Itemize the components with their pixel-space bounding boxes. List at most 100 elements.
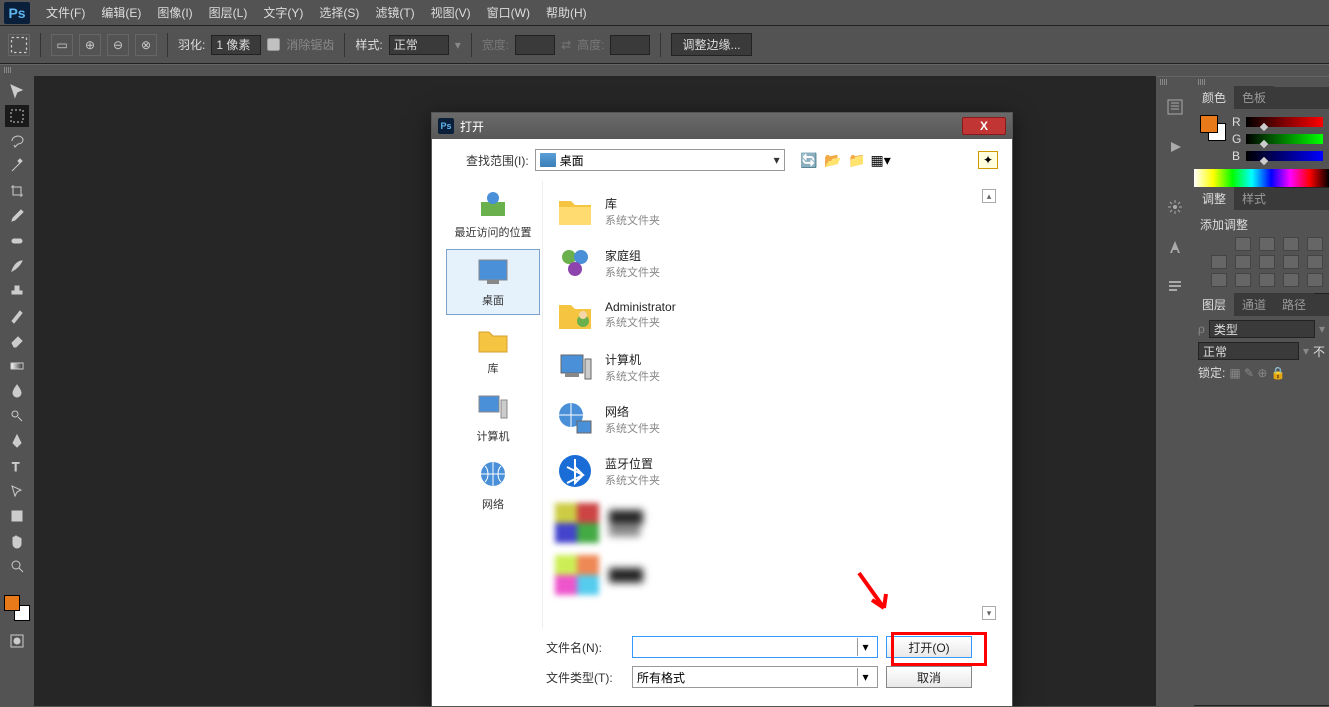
chevron-down-icon[interactable]: ▾ xyxy=(857,668,873,686)
open-button[interactable]: 打开(O) xyxy=(886,636,972,658)
tab-styles[interactable]: 样式 xyxy=(1234,187,1274,210)
actions-panel-icon[interactable] xyxy=(1161,133,1189,161)
file-item-administrator[interactable]: Administrator系统文件夹 xyxy=(551,289,990,341)
panel-handle[interactable] xyxy=(1156,76,1194,87)
adjust-levels-icon[interactable] xyxy=(1259,237,1275,251)
close-button[interactable]: X xyxy=(962,117,1006,135)
newfolder-icon[interactable]: 📁 xyxy=(847,150,867,170)
eyedropper-tool[interactable] xyxy=(5,205,29,227)
new-selection-icon[interactable]: ▭ xyxy=(51,34,73,56)
lookin-combo[interactable]: 桌面 ▾ xyxy=(535,149,785,171)
gradient-tool[interactable] xyxy=(5,355,29,377)
place-recent[interactable]: 最近访问的位置 xyxy=(446,181,540,247)
menu-edit[interactable]: 编辑(E) xyxy=(93,0,149,25)
style-select[interactable]: 正常 xyxy=(389,35,449,55)
add-selection-icon[interactable]: ⊕ xyxy=(79,34,101,56)
scroll-up-icon[interactable]: ▴ xyxy=(982,189,996,203)
path-select-tool[interactable] xyxy=(5,480,29,502)
place-network[interactable]: 网络 xyxy=(446,453,540,519)
place-desktop[interactable]: 桌面 xyxy=(446,249,540,315)
adjust-vibrance-icon[interactable] xyxy=(1211,255,1227,269)
view-menu-icon[interactable]: ▦▾ xyxy=(871,150,891,170)
move-tool[interactable] xyxy=(5,80,29,102)
adjust-poster-icon[interactable] xyxy=(1235,273,1251,287)
menu-view[interactable]: 视图(V) xyxy=(423,0,479,25)
healing-tool[interactable] xyxy=(5,230,29,252)
magic-wand-tool[interactable] xyxy=(5,155,29,177)
shape-tool[interactable] xyxy=(5,505,29,527)
g-slider[interactable] xyxy=(1246,134,1323,144)
dodge-tool[interactable] xyxy=(5,405,29,427)
brush-panel-icon[interactable] xyxy=(1161,193,1189,221)
menu-filter[interactable]: 滤镜(T) xyxy=(367,0,422,25)
menu-type[interactable]: 文字(Y) xyxy=(255,0,311,25)
pen-tool[interactable] xyxy=(5,430,29,452)
tab-adjustments[interactable]: 调整 xyxy=(1194,187,1234,210)
menu-file[interactable]: 文件(F) xyxy=(38,0,93,25)
eraser-tool[interactable] xyxy=(5,330,29,352)
menu-help[interactable]: 帮助(H) xyxy=(538,0,595,25)
adjust-invert-icon[interactable] xyxy=(1211,273,1227,287)
panel-handle[interactable] xyxy=(0,64,1329,75)
history-brush-tool[interactable] xyxy=(5,305,29,327)
adjust-brightness-icon[interactable] xyxy=(1235,237,1251,251)
type-tool[interactable]: T xyxy=(5,455,29,477)
file-item-libraries[interactable]: 库系统文件夹 xyxy=(551,185,990,237)
dialog-titlebar[interactable]: Ps 打开 X xyxy=(432,113,1012,139)
adjust-photo-icon[interactable] xyxy=(1307,255,1323,269)
antialias-checkbox[interactable] xyxy=(267,38,280,51)
r-slider[interactable] xyxy=(1246,117,1323,127)
adjust-exposure-icon[interactable] xyxy=(1307,237,1323,251)
paragraph-panel-icon[interactable] xyxy=(1161,273,1189,301)
adjust-bw-icon[interactable] xyxy=(1283,255,1299,269)
adjust-curves-icon[interactable] xyxy=(1283,237,1299,251)
adjust-hue-icon[interactable] xyxy=(1235,255,1251,269)
menu-window[interactable]: 窗口(W) xyxy=(479,0,538,25)
feather-input[interactable] xyxy=(211,35,261,55)
quickmask-tool[interactable] xyxy=(5,630,29,652)
foreground-color[interactable] xyxy=(4,595,20,611)
filename-combo[interactable]: ▾ xyxy=(632,636,878,658)
b-slider[interactable] xyxy=(1246,151,1323,161)
tab-layers[interactable]: 图层 xyxy=(1194,293,1234,316)
adjust-balance-icon[interactable] xyxy=(1259,255,1275,269)
crop-tool[interactable] xyxy=(5,180,29,202)
menu-select[interactable]: 选择(S) xyxy=(311,0,367,25)
color-preview[interactable] xyxy=(1200,115,1226,141)
scroll-down-icon[interactable]: ▾ xyxy=(982,606,996,620)
layer-filter-select[interactable]: 类型 xyxy=(1209,320,1315,338)
up-icon[interactable]: 📂 xyxy=(823,150,843,170)
file-item-image-1[interactable]: ████████ xyxy=(551,497,990,549)
zoom-tool[interactable] xyxy=(5,555,29,577)
filetype-combo[interactable]: 所有格式 ▾ xyxy=(632,666,878,688)
file-item-network[interactable]: 网络系统文件夹 xyxy=(551,393,990,445)
blur-tool[interactable] xyxy=(5,380,29,402)
subtract-selection-icon[interactable]: ⊖ xyxy=(107,34,129,56)
blend-mode-select[interactable]: 正常 xyxy=(1198,342,1299,360)
lasso-tool[interactable] xyxy=(5,130,29,152)
adjust-threshold-icon[interactable] xyxy=(1259,273,1275,287)
star-icon[interactable]: ✦ xyxy=(978,151,998,169)
menu-image[interactable]: 图像(I) xyxy=(149,0,200,25)
file-item-computer[interactable]: 计算机系统文件夹 xyxy=(551,341,990,393)
color-swatches[interactable] xyxy=(4,595,30,621)
hand-tool[interactable] xyxy=(5,530,29,552)
brush-tool[interactable] xyxy=(5,255,29,277)
history-panel-icon[interactable] xyxy=(1161,93,1189,121)
file-item-image-2[interactable]: ████ xyxy=(551,549,990,601)
back-icon[interactable]: 🔄 xyxy=(799,150,819,170)
file-item-homegroup[interactable]: 家庭组系统文件夹 xyxy=(551,237,990,289)
adjust-selective-icon[interactable] xyxy=(1307,273,1323,287)
adjust-gradient-icon[interactable] xyxy=(1283,273,1299,287)
cancel-button[interactable]: 取消 xyxy=(886,666,972,688)
spectrum-bar[interactable] xyxy=(1194,169,1329,187)
tab-channels[interactable]: 通道 xyxy=(1234,293,1274,316)
file-item-bluetooth[interactable]: 蓝牙位置系统文件夹 xyxy=(551,445,990,497)
tool-preset-icon[interactable] xyxy=(8,34,30,56)
chevron-down-icon[interactable]: ▾ xyxy=(857,638,873,656)
tab-paths[interactable]: 路径 xyxy=(1274,293,1314,316)
place-libraries[interactable]: 库 xyxy=(446,317,540,383)
stamp-tool[interactable] xyxy=(5,280,29,302)
place-computer[interactable]: 计算机 xyxy=(446,385,540,451)
menu-layer[interactable]: 图层(L) xyxy=(201,0,256,25)
